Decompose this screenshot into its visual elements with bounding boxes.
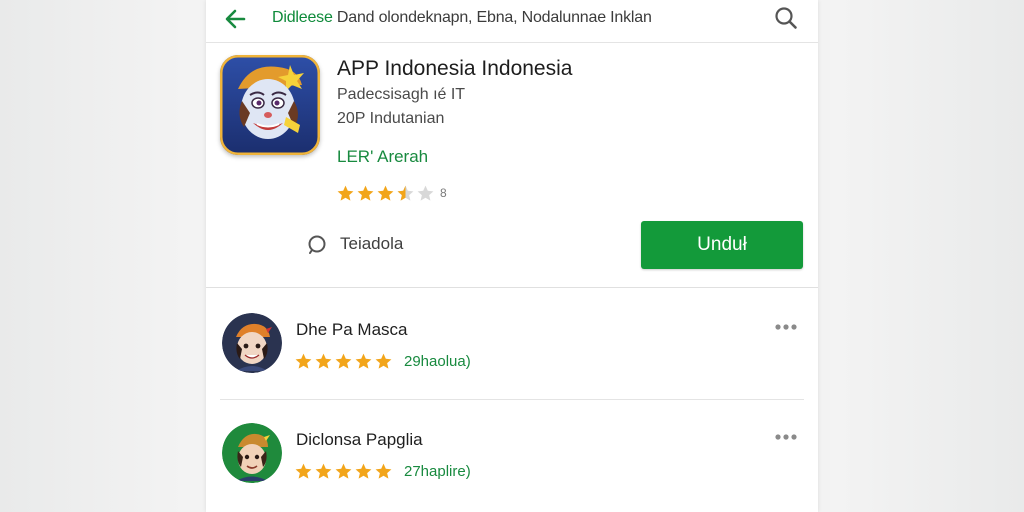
star-full-icon [335, 353, 352, 369]
circle-outline-icon [308, 235, 326, 254]
star-full-icon [315, 463, 332, 479]
app-subtitle-2: 20P Indutanian [337, 110, 445, 127]
more-options-button[interactable] [772, 430, 802, 444]
breadcrumb: Didleese Dand olondeknapn, Ebna, Nodalun… [272, 9, 652, 27]
star-full-icon [337, 185, 354, 201]
reviewer-name: Diclonsa Papglia [296, 430, 423, 449]
wishlist-toggle[interactable]: Teiadola [306, 233, 403, 255]
app-rating: 8 [336, 182, 447, 204]
breadcrumb-rest: Dand olondeknapn, Ebna, Nodalunnae Inkla… [332, 9, 652, 26]
star-full-icon [377, 185, 394, 201]
review-rating: 29haolua) [294, 352, 471, 371]
star-full-icon [375, 353, 392, 369]
search-button[interactable] [772, 4, 800, 32]
wishlist-label: Teiadola [340, 234, 404, 253]
star-half-icon [397, 185, 414, 201]
star-full-icon [355, 353, 372, 369]
more-dots-icon [775, 324, 797, 330]
app-header-card: APP Indonesia Indonesia Padecsisagh ıé I… [206, 43, 818, 288]
app-subtitle-1: Padecsisagh ıé IT [337, 86, 466, 103]
star-empty-icon [417, 185, 434, 201]
avatar [222, 423, 282, 483]
avatar [222, 313, 282, 373]
review-count: 29haolua) [404, 353, 471, 370]
back-button[interactable] [220, 5, 250, 33]
star-full-icon [375, 463, 392, 479]
star-full-icon [315, 353, 332, 369]
search-icon [775, 7, 797, 29]
developer-link[interactable]: LER' Arerah [337, 147, 428, 167]
star-full-icon [295, 463, 312, 479]
clown-mascot-icon [220, 55, 320, 155]
arrow-left-icon [225, 9, 246, 29]
app-store-page: Didleese Dand olondeknapn, Ebna, Nodalun… [206, 0, 818, 512]
more-dots-icon [775, 434, 797, 440]
rating-count: 8 [440, 186, 447, 200]
star-full-icon [335, 463, 352, 479]
app-icon[interactable] [220, 55, 320, 155]
more-options-button[interactable] [772, 320, 802, 334]
screen: Didleese Dand olondeknapn, Ebna, Nodalun… [0, 0, 1024, 512]
star-full-icon [295, 353, 312, 369]
user-avatar-icon [222, 423, 282, 483]
star-full-icon [357, 185, 374, 201]
star-full-icon [355, 463, 372, 479]
top-bar: Didleese Dand olondeknapn, Ebna, Nodalun… [206, 0, 818, 43]
review-rating: 27haplire) [294, 462, 471, 481]
breadcrumb-prefix[interactable]: Didleese [272, 9, 333, 26]
install-button[interactable]: Unduł [641, 221, 803, 269]
reviewer-name: Dhe Pa Masca [296, 320, 408, 339]
app-title: APP Indonesia Indonesia [337, 57, 573, 80]
review-item: Diclonsa Papglia 27haplire) [206, 400, 818, 510]
user-avatar-icon [222, 313, 282, 373]
review-count: 27haplire) [404, 463, 471, 480]
review-item: Dhe Pa Masca 29haolua) [206, 290, 818, 400]
